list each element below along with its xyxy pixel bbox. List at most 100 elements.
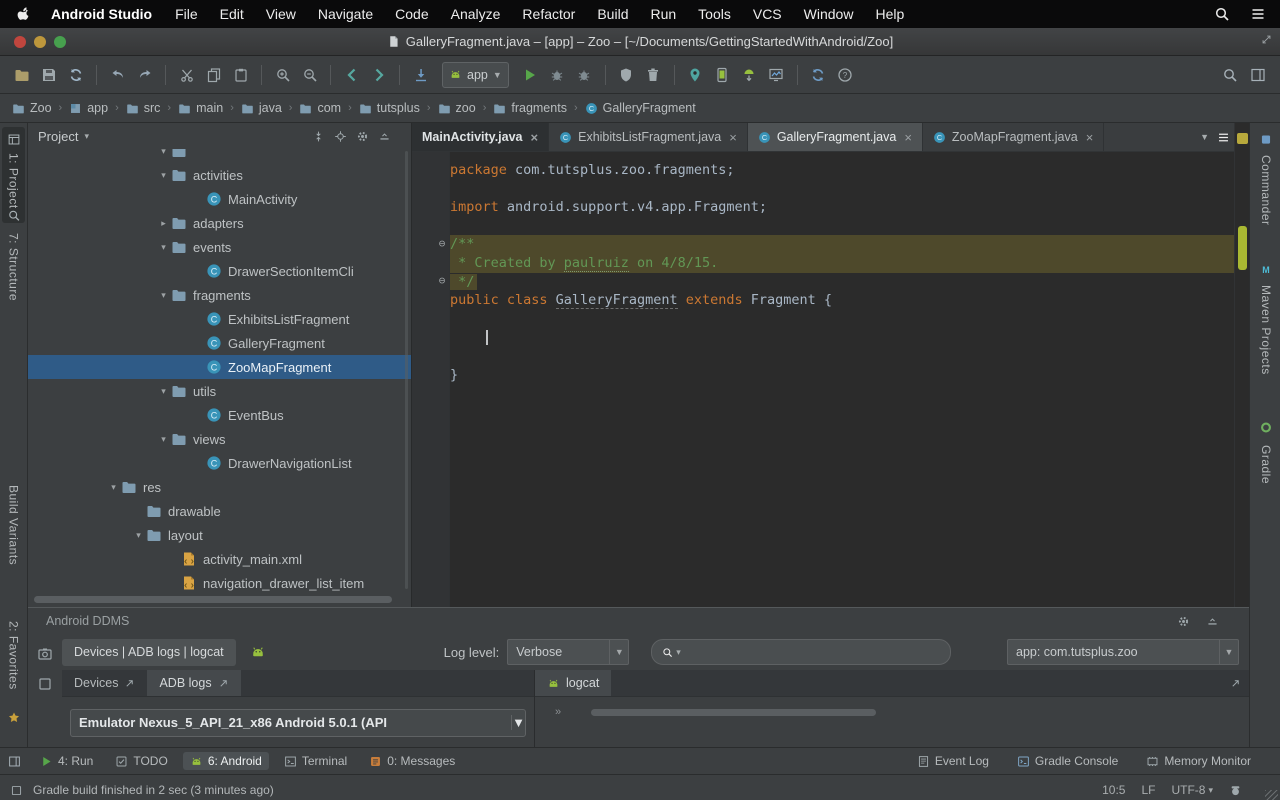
run-config-select[interactable]: app ▼ <box>442 61 509 88</box>
tree-item-views[interactable]: ▾ views <box>28 427 411 451</box>
debug-button[interactable] <box>544 62 571 87</box>
menu-item-code[interactable]: Code <box>384 6 439 22</box>
menu-item-navigate[interactable]: Navigate <box>307 6 384 22</box>
tree-item-events[interactable]: ▾ events <box>28 235 411 259</box>
sync-button[interactable] <box>805 62 832 87</box>
logcat-content[interactable]: » <box>535 697 1249 748</box>
log-level-select[interactable]: Verbose ▼ <box>507 639 630 665</box>
settings-gear-icon[interactable] <box>356 130 369 143</box>
spotlight-search-icon[interactable] <box>1214 6 1230 22</box>
tree-item-fragments[interactable]: ▾ fragments <box>28 283 411 307</box>
tab-list-icon[interactable] <box>1217 131 1230 144</box>
stripe-button-maven-projects[interactable]: Maven Projects <box>1259 285 1273 375</box>
tree-item-layout[interactable]: ▾ layout <box>28 523 411 547</box>
monitor-button[interactable] <box>763 62 790 87</box>
stripe-button----structure[interactable]: 7: Structure <box>7 233 21 301</box>
tree-item[interactable]: ▾ <box>28 149 411 163</box>
toolwindow-button-memory-monitor[interactable]: Memory Monitor <box>1139 752 1258 770</box>
breadcrumb-com[interactable]: com <box>299 101 341 115</box>
tree-item-adapters[interactable]: ▸ adapters <box>28 211 411 235</box>
project-horizontal-scrollbar[interactable] <box>34 596 392 603</box>
tree-item-drawernavigationlist[interactable]: C DrawerNavigationList <box>28 451 411 475</box>
tree-arrow-icon[interactable]: ▾ <box>156 149 171 157</box>
menu-item-view[interactable]: View <box>255 6 307 22</box>
menu-item-analyze[interactable]: Analyze <box>440 6 512 22</box>
toolwindow-button-4--run[interactable]: 4: Run <box>33 752 100 770</box>
editor-tab-galleryfragment.java[interactable]: C GalleryFragment.java × <box>747 123 923 151</box>
menu-item-help[interactable]: Help <box>864 6 915 22</box>
help-button[interactable]: ? <box>832 62 859 87</box>
breadcrumb-main[interactable]: main <box>178 101 223 115</box>
stripe-button----favorites[interactable]: 2: Favorites <box>7 621 21 690</box>
window-resize-grip[interactable] <box>1265 790 1278 800</box>
magnifier-icon[interactable] <box>7 209 20 222</box>
close-icon[interactable]: × <box>904 130 912 145</box>
forward-button[interactable] <box>365 62 392 87</box>
open-button[interactable] <box>8 62 35 87</box>
tree-item-drawable[interactable]: drawable <box>28 499 411 523</box>
window-icon[interactable] <box>7 133 20 146</box>
editor-gutter[interactable]: ⊖ ⊖ <box>412 152 450 607</box>
fold-marker-icon[interactable]: ⊖ <box>436 237 448 250</box>
menu-item-run[interactable]: Run <box>639 6 687 22</box>
tree-arrow-icon[interactable]: ▾ <box>106 482 121 493</box>
tree-arrow-icon[interactable]: ▾ <box>131 530 146 541</box>
close-button[interactable] <box>14 35 26 48</box>
save-button[interactable] <box>35 62 62 87</box>
device-select[interactable]: Emulator Nexus_5_API_21_x86 Android 5.0.… <box>70 708 526 737</box>
gradle-icon[interactable] <box>1260 421 1273 434</box>
redo-button[interactable] <box>131 62 158 87</box>
hide-panel-icon[interactable] <box>378 130 391 143</box>
tree-arrow-icon[interactable]: ▾ <box>156 386 171 397</box>
run-button[interactable] <box>517 62 544 87</box>
toolwindow-button-terminal[interactable]: Terminal <box>277 752 354 770</box>
project-vertical-scrollbar[interactable] <box>405 151 408 589</box>
project-view-selector[interactable]: Project ▾ <box>38 129 89 144</box>
breadcrumb-fragments[interactable]: fragments <box>493 101 567 115</box>
breadcrumb-galleryfragment[interactable]: C GalleryFragment <box>585 101 696 115</box>
screenshot-camera-icon[interactable] <box>37 646 53 662</box>
toolwindow-button-event-log[interactable]: Event Log <box>910 752 996 770</box>
tree-item-navigation_drawer_list_item[interactable]: navigation_drawer_list_item <box>28 571 411 595</box>
tree-item-galleryfragment[interactable]: C GalleryFragment <box>28 331 411 355</box>
file-encoding[interactable]: UTF-8 ▾ <box>1171 783 1213 797</box>
maven-icon[interactable]: M <box>1260 263 1273 276</box>
fold-marker-icon[interactable]: ⊖ <box>436 275 448 287</box>
menu-item-vcs[interactable]: VCS <box>742 6 793 22</box>
avd-button[interactable] <box>709 62 736 87</box>
toolwindow-button-todo[interactable]: TODO <box>108 752 174 770</box>
float-window-icon[interactable] <box>1230 678 1241 689</box>
paste-button[interactable] <box>227 62 254 87</box>
toolwindow-button-6--android[interactable]: 6: Android <box>182 752 269 770</box>
breadcrumb-zoo[interactable]: zoo <box>438 101 476 115</box>
editor-tab-zoomapfragment.java[interactable]: C ZooMapFragment.java × <box>922 123 1105 151</box>
commander-icon[interactable] <box>1260 133 1273 146</box>
caret-position[interactable]: 10:5 <box>1102 783 1125 797</box>
adb-android-icon[interactable] <box>250 644 266 660</box>
tab-adb-logs[interactable]: ADB logs <box>147 670 241 696</box>
tree-item-activities[interactable]: ▾ activities <box>28 163 411 187</box>
notification-list-icon[interactable] <box>1250 6 1266 22</box>
menu-item-file[interactable]: File <box>164 6 209 22</box>
breadcrumb-src[interactable]: src <box>126 101 160 115</box>
tree-arrow-icon[interactable]: ▸ <box>156 218 171 229</box>
menu-item-edit[interactable]: Edit <box>209 6 255 22</box>
refresh-button[interactable] <box>62 62 89 87</box>
code-editor[interactable]: ⊖ ⊖ package com.tutsplus.zoo.fragments; im… <box>412 152 1234 607</box>
menu-item-tools[interactable]: Tools <box>687 6 742 22</box>
menu-item-window[interactable]: Window <box>793 6 865 22</box>
logcat-search-input[interactable]: ▾ <box>651 639 952 665</box>
sdk-button[interactable] <box>736 62 763 87</box>
coverage-button[interactable] <box>613 62 640 87</box>
ddms-hide-icon[interactable] <box>1206 615 1219 628</box>
close-icon[interactable]: × <box>1086 130 1094 145</box>
tree-item-zoomapfragment[interactable]: C ZooMapFragment <box>28 355 411 379</box>
tree-arrow-icon[interactable]: ▾ <box>156 170 171 181</box>
stripe-button-build-variants[interactable]: Build Variants <box>7 485 21 565</box>
window-resize-icon[interactable] <box>1261 34 1272 45</box>
ddms-tab[interactable]: Devices | ADB logs | logcat <box>62 638 236 666</box>
breadcrumb-zoo[interactable]: Zoo <box>12 101 52 115</box>
tree-item-activity_main.xml[interactable]: activity_main.xml <box>28 547 411 571</box>
stripe-button----project[interactable]: 1: Project <box>7 153 21 209</box>
cut-button[interactable] <box>173 62 200 87</box>
